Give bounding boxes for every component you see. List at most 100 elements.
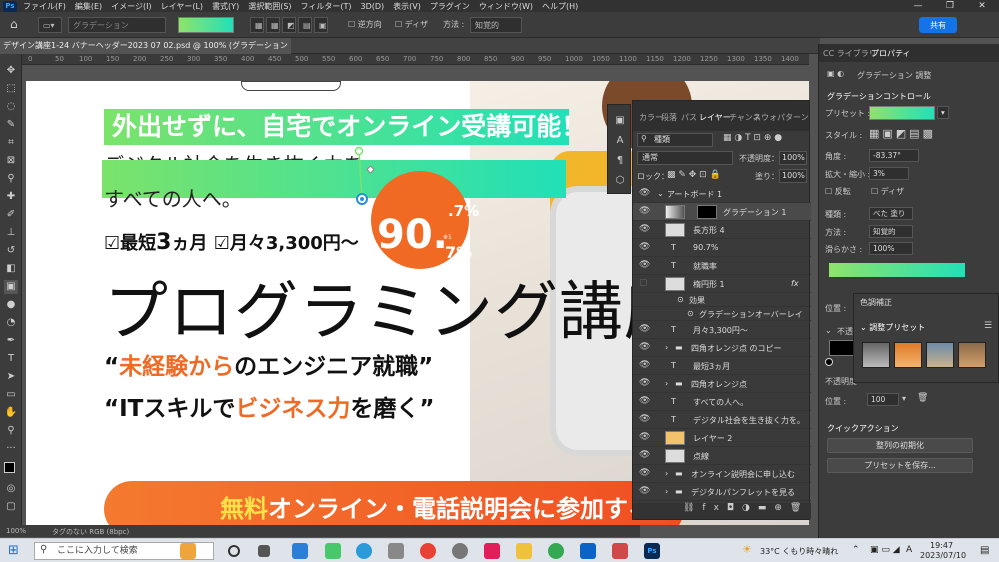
menu-select[interactable]: 選択範囲(S) bbox=[248, 1, 291, 12]
layer-row[interactable]: 👁 ⌄ アートボード 1 bbox=[633, 185, 811, 203]
angle-gradient-button[interactable]: ◩ bbox=[282, 17, 296, 33]
preset-gradient-swatch[interactable] bbox=[869, 106, 935, 120]
chevron-right-icon[interactable]: › bbox=[665, 469, 668, 478]
color-stop-marker[interactable] bbox=[825, 358, 833, 366]
style-buttons[interactable]: ▦▣◩▤▩ bbox=[869, 127, 936, 140]
tab-color[interactable]: カラー bbox=[639, 112, 663, 123]
tab-properties[interactable]: プロパティ bbox=[871, 48, 911, 59]
dither-checkbox[interactable]: ☐ ディザ bbox=[871, 186, 904, 197]
angle-field[interactable]: -83.37° bbox=[869, 149, 919, 162]
eye-icon[interactable]: 👁 bbox=[639, 188, 650, 198]
layer-row[interactable]: 👁 点線 bbox=[633, 447, 811, 465]
document-tab[interactable]: デザイン講座1-24 バナーヘッダー2023 07 02.psd @ 100% … bbox=[0, 38, 291, 54]
layers-footer-icons[interactable]: ⛓fx◘◑▬⊕🗑 bbox=[633, 503, 811, 519]
adjustment-presets-section[interactable]: ⌄ 調整プリセット bbox=[860, 322, 925, 333]
preset-thumbnail[interactable] bbox=[926, 342, 954, 368]
hand-tool-icon[interactable]: ✋ bbox=[4, 406, 18, 420]
more-tools-icon[interactable]: ··· bbox=[4, 442, 18, 456]
taskbar-app-icon[interactable] bbox=[292, 543, 308, 559]
radial-gradient-button[interactable]: ▦ bbox=[266, 17, 280, 33]
tab-paragraph[interactable]: 段落 bbox=[661, 112, 677, 123]
preset-thumbnail[interactable] bbox=[894, 342, 922, 368]
chevron-right-icon[interactable]: › bbox=[665, 343, 668, 352]
chrome-icon[interactable] bbox=[420, 543, 436, 559]
scale-field[interactable]: 3% bbox=[869, 167, 909, 180]
gradient-start-handle[interactable] bbox=[354, 146, 364, 156]
tab-cc-libraries[interactable]: CC ライブラリ bbox=[823, 48, 877, 59]
clock-date[interactable]: 2023/07/10 bbox=[920, 551, 966, 560]
eye-icon[interactable]: 👁 bbox=[639, 486, 650, 496]
layer-filter-icons[interactable]: ▦ ◑ T ⊡ ⊕ ● bbox=[723, 133, 782, 143]
eye-icon[interactable]: ▢ bbox=[639, 278, 648, 288]
photoshop-taskbar-icon[interactable]: Ps bbox=[644, 543, 660, 559]
file-explorer-icon[interactable] bbox=[516, 543, 532, 559]
healing-brush-tool-icon[interactable]: ✚ bbox=[4, 190, 18, 204]
position2-field[interactable]: 100 bbox=[867, 393, 899, 406]
eye-icon[interactable]: 👁 bbox=[639, 378, 650, 388]
zoom-tool-icon[interactable]: ⚲ bbox=[4, 424, 18, 438]
opacity-field[interactable]: 100% bbox=[779, 151, 807, 165]
method-select[interactable]: 知覚的 bbox=[869, 225, 913, 238]
menu-plugins[interactable]: プラグイン bbox=[430, 1, 470, 12]
frame-tool-icon[interactable]: ⊠ bbox=[4, 154, 18, 168]
color-stop-swatch[interactable] bbox=[829, 340, 855, 356]
blur-tool-icon[interactable]: ● bbox=[4, 298, 18, 312]
layer-row[interactable]: 👁 T 月々3,300円〜 bbox=[633, 321, 811, 339]
eye-icon[interactable]: 👁 bbox=[639, 432, 650, 442]
layer-row[interactable]: 👁 長方形 4 bbox=[633, 221, 811, 239]
task-view-icon[interactable] bbox=[258, 545, 270, 557]
close-button[interactable]: ✕ bbox=[967, 0, 997, 12]
eye-icon[interactable]: 👁 bbox=[639, 468, 650, 478]
linear-gradient-button[interactable]: ▦ bbox=[250, 17, 264, 33]
gradient-mode-select[interactable]: グラデーション bbox=[68, 17, 166, 33]
stamp-tool-icon[interactable]: ⊥ bbox=[4, 226, 18, 240]
eye-icon[interactable]: 👁 bbox=[639, 414, 650, 424]
marquee-tool-icon[interactable]: ⬚ bbox=[4, 82, 18, 96]
layer-effect-row[interactable]: ⊙ グラデーションオーバーレイ bbox=[633, 307, 811, 321]
type-tool-icon[interactable]: T bbox=[4, 352, 18, 366]
search-highlight-icon[interactable] bbox=[180, 543, 196, 559]
pen-tool-icon[interactable]: ✒ bbox=[4, 334, 18, 348]
taskbar-app-icon[interactable] bbox=[612, 543, 628, 559]
layer-row[interactable]: 👁 › ▬ デジタルパンフレットを見る bbox=[633, 483, 811, 501]
chrome-icon[interactable] bbox=[548, 543, 564, 559]
adjust-tool-icon[interactable]: ▣ bbox=[613, 115, 627, 129]
preset-dropdown[interactable]: ▾ bbox=[937, 106, 949, 119]
eye-icon[interactable]: 👁 bbox=[639, 242, 650, 252]
menu-image[interactable]: イメージ(I) bbox=[111, 1, 151, 12]
eye-icon[interactable]: 👁 bbox=[639, 360, 650, 370]
preset-thumbnail[interactable] bbox=[958, 342, 986, 368]
smoothness-field[interactable]: 100% bbox=[869, 242, 913, 255]
menu-file[interactable]: ファイル(F) bbox=[23, 1, 66, 12]
menu-window[interactable]: ウィンドウ(W) bbox=[479, 1, 533, 12]
character-tool-icon[interactable]: A bbox=[613, 135, 627, 149]
taskbar-app-icon[interactable] bbox=[325, 543, 341, 559]
save-preset-button[interactable]: プリセットを保存... bbox=[827, 458, 973, 473]
layer-row[interactable]: 👁 T 90.7% bbox=[633, 239, 811, 257]
menu-help[interactable]: ヘルプ(H) bbox=[542, 1, 578, 12]
chevron-right-icon[interactable]: › bbox=[665, 487, 668, 496]
layer-effect-row[interactable]: ⊙ 効果 bbox=[633, 293, 811, 307]
gradient-handles[interactable] bbox=[326, 141, 386, 211]
maximize-button[interactable]: ❐ bbox=[935, 0, 965, 12]
layer-row[interactable]: 👁 T 就職率 bbox=[633, 257, 811, 275]
eye-icon[interactable]: 👁 bbox=[639, 342, 650, 352]
clock-time[interactable]: 19:47 bbox=[930, 541, 953, 550]
3d-tool-icon[interactable]: ⬡ bbox=[613, 175, 627, 189]
layer-row[interactable]: ▢ 楕円形 1 fx bbox=[633, 275, 811, 293]
gradient-editor-bar[interactable] bbox=[829, 263, 965, 277]
rectangle-tool-icon[interactable]: ▭ bbox=[4, 388, 18, 402]
tab-paths[interactable]: パス bbox=[681, 112, 697, 123]
menu-filter[interactable]: フィルター(T) bbox=[301, 1, 352, 12]
stop-chevron-icon[interactable]: ⌄ bbox=[825, 326, 832, 335]
windows-start-icon[interactable]: ⊞ bbox=[8, 543, 19, 558]
reflected-gradient-button[interactable]: ▤ bbox=[298, 17, 312, 33]
menu-3d[interactable]: 3D(D) bbox=[361, 2, 385, 11]
layer-row-selected[interactable]: 👁 グラデーション 1 bbox=[633, 203, 811, 221]
dither-checkbox[interactable]: ☐ ディザ bbox=[395, 19, 428, 30]
outlook-icon[interactable] bbox=[580, 543, 596, 559]
paragraph-tool-icon[interactable]: ¶ bbox=[613, 155, 627, 169]
chevron-right-icon[interactable]: › bbox=[665, 379, 668, 388]
tab-layers[interactable]: レイヤー bbox=[699, 112, 731, 123]
preset-thumbnail[interactable] bbox=[862, 342, 890, 368]
